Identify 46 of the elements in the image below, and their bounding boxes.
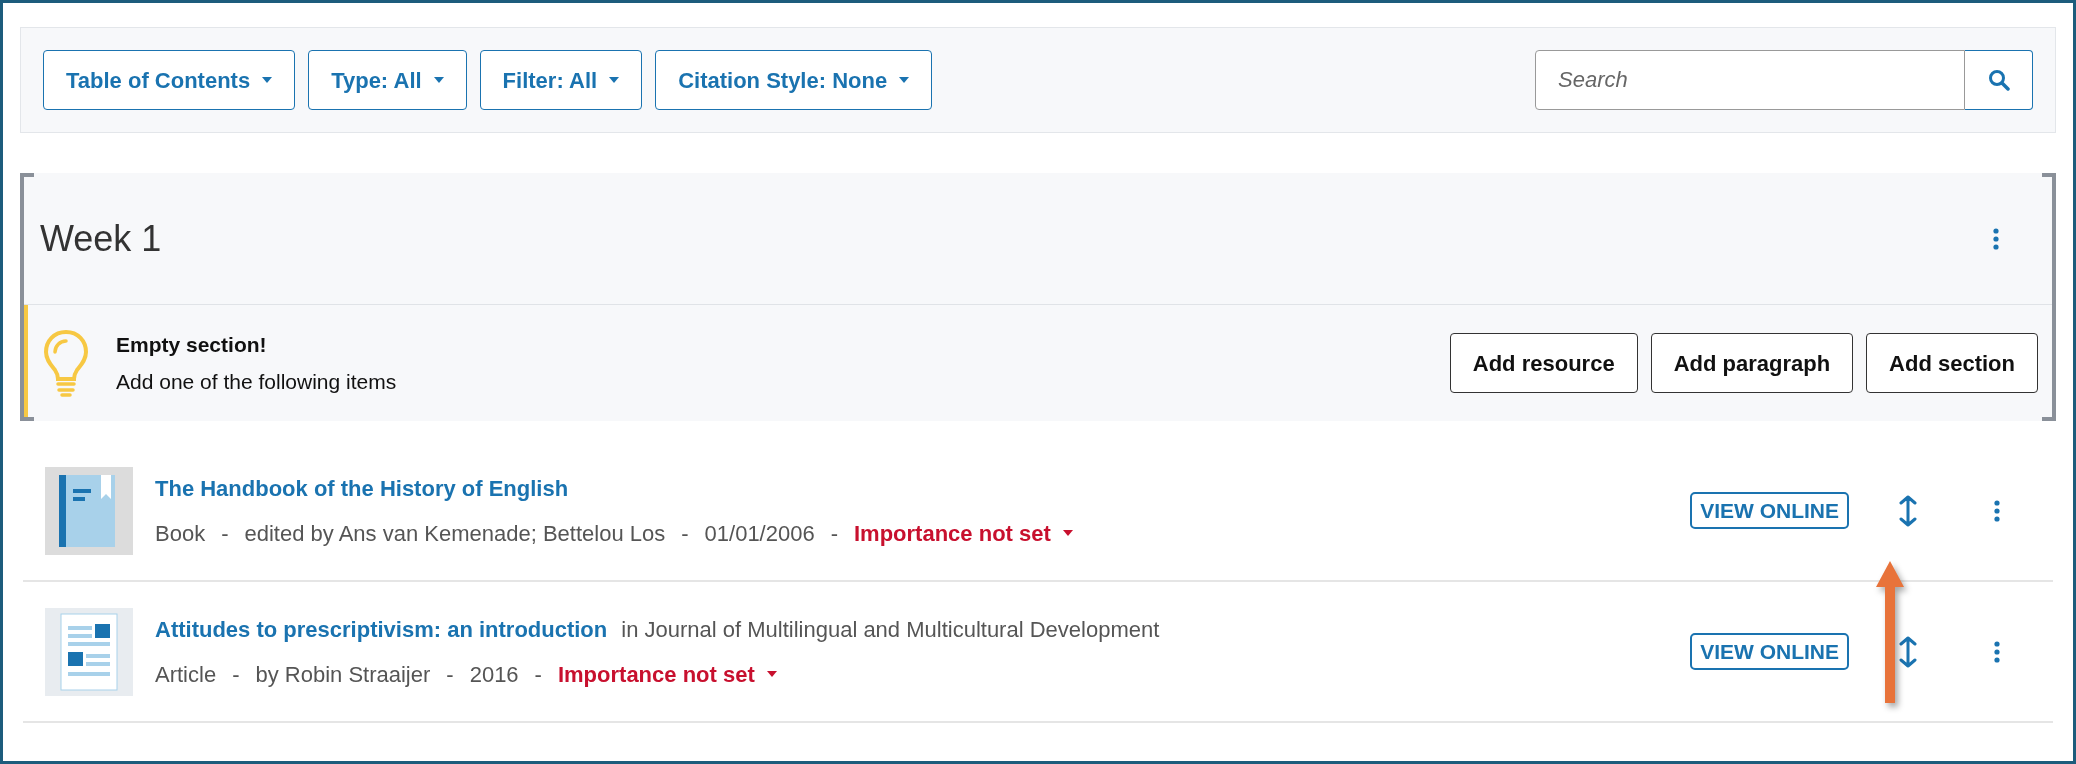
separator-text: - (232, 660, 240, 689)
resource-meta: Book (155, 519, 206, 548)
move-handle-icon[interactable] (1899, 635, 1917, 668)
section-title: Week 1 (40, 216, 162, 261)
view-online-button[interactable]: VIEW ONLINE (1690, 633, 1849, 670)
caret-icon (899, 77, 910, 83)
notice-title: Empty section! (116, 331, 268, 358)
importance-dropdown[interactable]: Importance not set (557, 657, 777, 691)
add-button[interactable]: Add section (1866, 333, 2038, 393)
search-button[interactable] (1965, 50, 2033, 110)
more-options-icon[interactable] (1994, 499, 2000, 522)
dropdown-button[interactable]: Type: All (308, 50, 467, 110)
resource-title-link[interactable]: Attitudes to prescriptivism: an introduction (155, 612, 608, 646)
dropdown-button[interactable]: Table of Contents (43, 50, 296, 110)
caret-icon (1062, 530, 1073, 536)
separator-text: - (534, 660, 542, 689)
resource-meta: edited by Ans van Kemenade; Bettelou Los (244, 519, 666, 548)
add-button[interactable]: Add resource (1449, 333, 1638, 393)
resource-meta: by Robin Straaijer (255, 660, 431, 689)
caret-icon (262, 77, 273, 83)
importance-dropdown[interactable]: Importance not set (854, 516, 1073, 550)
dropdown-button[interactable]: Filter: All (479, 50, 643, 110)
separator-text: - (681, 519, 689, 548)
caret-icon (433, 77, 444, 83)
separator-text: - (221, 519, 229, 548)
search-icon (1987, 69, 2010, 91)
separator-text: - (446, 660, 454, 689)
resource-meta: 2016 (469, 660, 519, 689)
dropdown-button[interactable]: Citation Style: None (655, 50, 933, 110)
add-button[interactable]: Add paragraph (1650, 333, 1854, 393)
resource-meta: 01/01/2006 (704, 519, 815, 548)
book-icon (45, 466, 133, 555)
search-field[interactable]: Search (1535, 50, 1965, 110)
move-handle-icon[interactable] (1899, 494, 1917, 527)
caret-icon (766, 671, 777, 677)
more-options-icon[interactable] (1993, 227, 1999, 250)
notice-text: Add one of the following items (116, 369, 397, 395)
lightbulb-icon (42, 329, 90, 397)
resource-title-link[interactable]: The Handbook of the History of English (155, 471, 569, 505)
more-options-icon[interactable] (1994, 640, 2000, 663)
view-online-button[interactable]: VIEW ONLINE (1690, 492, 1849, 529)
resource-source: in Journal of Multilingual and Multicultural Development (621, 615, 1160, 644)
separator-text: - (830, 519, 838, 548)
resource-meta: Article (155, 660, 217, 689)
document-icon (45, 607, 133, 696)
caret-icon (609, 77, 620, 83)
